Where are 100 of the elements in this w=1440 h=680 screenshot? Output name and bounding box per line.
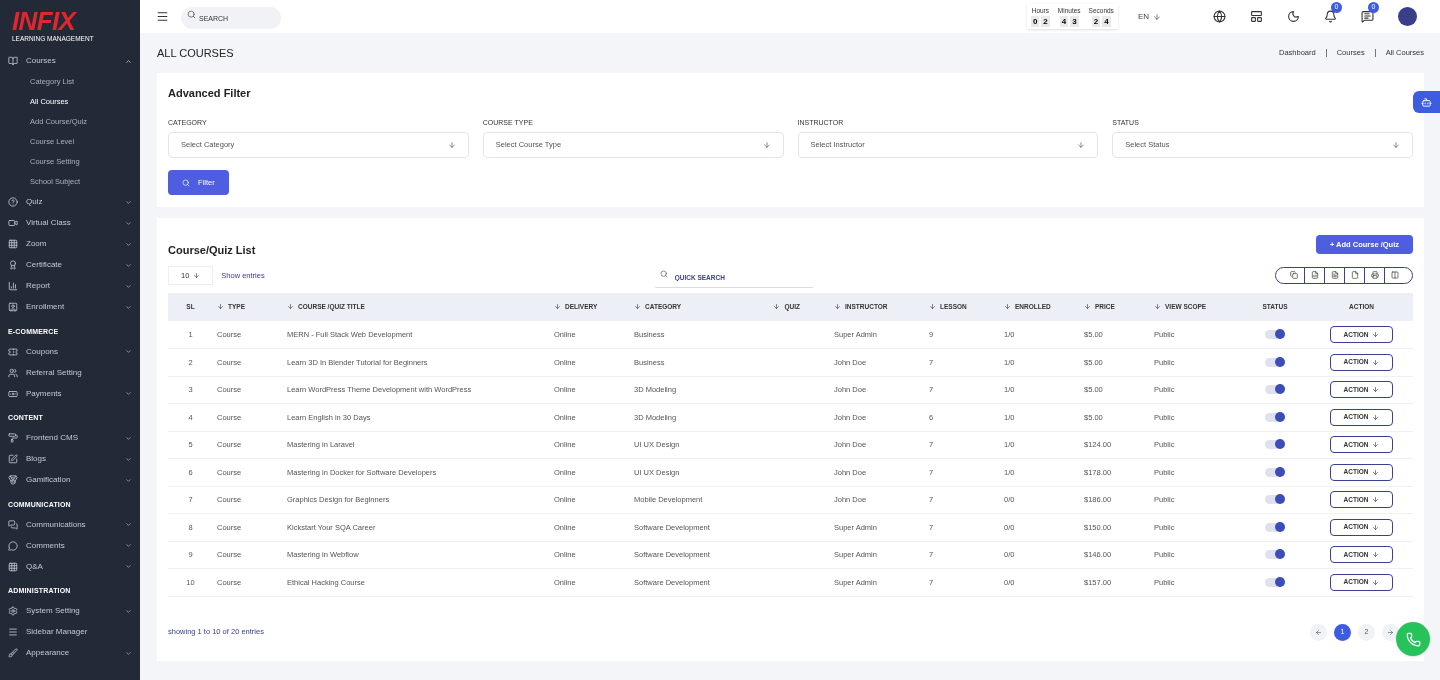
comment-icon [8,540,18,551]
sidebar-item[interactable]: Quiz [0,191,140,213]
sort-arrow-icon [554,303,561,311]
sidebar-item[interactable]: Frontend CMS [0,427,140,449]
caret-icon [125,542,132,549]
caret-icon [762,141,771,149]
sidebar-item[interactable]: Zoom [0,233,140,255]
settings-icon [8,606,18,616]
medal-icon [8,475,18,485]
sidebar-item[interactable]: Appearance [0,642,140,664]
timer-digit: 4 [1059,15,1069,27]
status-toggle[interactable] [1265,330,1285,339]
sidebar-item[interactable]: Referral Setting [0,362,140,383]
status-toggle[interactable] [1265,522,1285,532]
sidebar-item[interactable]: Comments [0,535,140,556]
sort-arrow-icon [217,303,224,311]
arrow-left-icon [1315,628,1322,636]
sort-arrow-icon [1084,303,1091,311]
status-toggle[interactable] [1265,385,1285,395]
card-title: Course/Quiz List [168,243,256,258]
caret-icon [1372,496,1380,504]
caret-icon [1392,141,1400,149]
banknote-icon [8,388,18,399]
caret-icon [125,348,132,355]
timer-digit: 0 [1030,15,1040,27]
search-icon [659,269,668,278]
status-toggle[interactable] [1265,577,1285,587]
sort-arrow-icon [1154,303,1161,311]
sidebar-item[interactable]: Coupons [0,341,140,362]
timer-digit: 4 [1102,15,1111,27]
sidebar-item[interactable]: Report [0,275,140,297]
timer-digit: 2 [1091,15,1101,27]
caret-icon [1372,413,1380,421]
language-select[interactable]: EN [1137,10,1161,23]
previous-page-button[interactable] [1310,623,1327,641]
status-toggle[interactable] [1265,550,1285,560]
help-icon [8,197,18,207]
sidebar-item[interactable]: Payments [0,383,140,404]
video-icon [8,218,18,228]
status-toggle[interactable] [1265,467,1285,477]
sidebar-item[interactable]: Courses [0,50,140,72]
brush-icon [8,648,18,658]
caret-icon [1372,358,1380,366]
caret-icon [1372,551,1380,559]
arrow-right-icon [1387,628,1394,636]
menu-icon[interactable] [156,10,169,23]
sidebar-item[interactable]: Virtual Class [0,212,140,234]
ticket-icon [8,346,18,357]
layout-icon[interactable] [1250,10,1263,23]
chat-icon [8,519,18,530]
status-toggle[interactable] [1265,412,1285,422]
sidebar-item[interactable]: System Setting [0,600,140,622]
caret-icon [1372,441,1380,449]
bell-icon[interactable] [1324,10,1337,23]
caret-icon [125,57,132,65]
user-icon [8,302,18,312]
page-title: ALL COURSES [157,45,234,61]
caret-icon [125,261,132,269]
brand-logo: INFIX [12,8,78,34]
sort-arrow-icon [287,303,294,311]
caret-icon [1372,386,1380,394]
status-toggle[interactable] [1265,440,1285,450]
badge-icon [8,260,18,270]
caret-icon [1372,523,1380,531]
caret-icon [125,219,132,227]
caret-icon [447,141,456,149]
sort-arrow-icon [929,303,936,311]
globe-icon[interactable] [1213,10,1226,23]
menu-icon [8,627,18,637]
caret-icon [1372,578,1380,586]
status-toggle[interactable] [1265,495,1285,505]
next-page-button[interactable] [1382,623,1399,641]
caret-icon [125,390,132,397]
message-icon[interactable] [1361,10,1374,23]
caret-icon [1372,331,1380,338]
sort-arrow-icon [773,303,781,311]
sidebar-item[interactable]: Sidebar Manager [0,621,140,643]
assistant-button[interactable] [1413,91,1440,113]
grid-icon [8,239,18,249]
moon-icon[interactable] [1287,10,1300,23]
sidebar-item[interactable]: Q&A [0,556,140,577]
sidebar-item[interactable]: Enrollment [0,296,140,318]
timer-digit: 2 [1041,15,1050,27]
roller-icon [8,433,18,443]
caret-icon [125,282,132,290]
sidebar-item[interactable]: Communications [0,514,140,535]
phone-icon [1405,631,1421,647]
sort-arrow-icon [1004,303,1011,311]
sidebar-item[interactable]: Certificate [0,254,140,276]
sort-arrow-icon [834,303,841,311]
caret-icon [125,455,132,463]
users-icon [8,367,18,378]
caret-icon [125,303,132,311]
avatar[interactable] [1398,7,1417,26]
sidebar-item[interactable]: Gamification [0,469,140,491]
caret-icon [193,271,201,279]
sidebar-item[interactable]: Blogs [0,448,140,470]
card-title: Advanced Filter [168,86,252,101]
status-toggle[interactable] [1265,357,1285,367]
caret-icon [125,607,132,615]
